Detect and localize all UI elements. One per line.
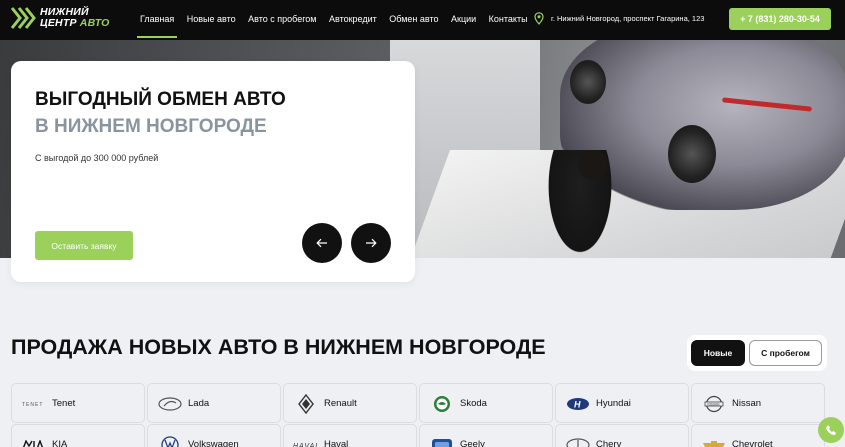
- hero-subtitle: С выгодой до 300 000 рублей: [35, 153, 159, 163]
- nissan-logo-icon: NISSAN: [700, 394, 728, 414]
- svg-text:H: H: [574, 400, 581, 410]
- hero-title-secondary: В НИЖНЕМ НОВГОРОДЕ: [35, 116, 267, 137]
- slider-prev-button[interactable]: [302, 223, 342, 263]
- brand-name: Renault: [324, 398, 357, 409]
- nav-item-promotions[interactable]: Акции: [451, 0, 476, 40]
- brand-name: Volkswagen: [188, 439, 239, 447]
- brand-name: Hyundai: [596, 398, 631, 409]
- main-nav: Главная Новые авто Авто с пробегом Авток…: [136, 0, 540, 40]
- kia-logo-icon: [20, 435, 48, 447]
- chery-logo-icon: [564, 435, 592, 447]
- hyundai-logo-icon: H: [564, 394, 592, 414]
- arrow-left-icon: [316, 238, 327, 248]
- brand-card-skoda[interactable]: Skoda: [419, 383, 553, 423]
- site-header: НИЖНИЙ ЦЕНТР АВТО Главная Новые авто Авт…: [0, 0, 845, 40]
- svg-text:NISSAN: NISSAN: [708, 402, 721, 406]
- brand-card-chevrolet[interactable]: Chevrolet: [691, 424, 825, 447]
- volkswagen-logo-icon: [156, 435, 184, 447]
- nav-item-trade-in[interactable]: Обмен авто: [389, 0, 438, 40]
- nav-item-used-cars[interactable]: Авто с пробегом: [248, 0, 316, 40]
- renault-logo-icon: [292, 394, 320, 414]
- brand-name: Chevrolet: [732, 439, 773, 447]
- chevrolet-logo-icon: [700, 435, 728, 447]
- nav-item-home[interactable]: Главная: [136, 0, 178, 40]
- svg-text:TENET: TENET: [22, 402, 43, 407]
- brand-card-geely[interactable]: Geely: [419, 424, 553, 447]
- brand-card-nissan[interactable]: NISSAN Nissan: [691, 383, 825, 423]
- submit-request-button[interactable]: Оставить заявку: [35, 231, 133, 260]
- callback-button[interactable]: [818, 417, 844, 443]
- address[interactable]: г. Нижний Новгород, проспект Гагарина, 1…: [534, 12, 704, 25]
- hero-title: ВЫГОДНЫЙ ОБМЕН АВТО: [35, 89, 286, 110]
- haval-logo-icon: HAVAL: [292, 435, 320, 447]
- brand-card-haval[interactable]: HAVAL Haval: [283, 424, 417, 447]
- nav-item-contacts[interactable]: Контакты: [489, 0, 528, 40]
- brand-name: KIA: [52, 439, 68, 447]
- brand-card-kia[interactable]: KIA: [11, 424, 145, 447]
- brand-name: Lada: [188, 398, 210, 409]
- brand-card-lada[interactable]: Lada: [147, 383, 281, 423]
- section-title: ПРОДАЖА НОВЫХ АВТО В НИЖНЕМ НОВГОРОДЕ: [11, 335, 546, 359]
- address-text: г. Нижний Новгород, проспект Гагарина, 1…: [551, 14, 705, 23]
- brand-card-hyundai[interactable]: H Hyundai: [555, 383, 689, 423]
- brand-card-volkswagen[interactable]: Volkswagen: [147, 424, 281, 447]
- lada-logo-icon: [156, 394, 184, 414]
- skoda-logo-icon: [428, 394, 456, 414]
- toggle-new-button[interactable]: Новые: [691, 340, 745, 366]
- geely-logo-icon: [428, 435, 456, 447]
- toggle-used-button[interactable]: С пробегом: [749, 340, 822, 366]
- arrow-right-icon: [366, 238, 377, 248]
- logo-text: НИЖНИЙ ЦЕНТР АВТО: [40, 6, 110, 29]
- brand-name: Geely: [460, 439, 485, 447]
- phone-button[interactable]: + 7 (831) 280-30-54: [729, 8, 831, 30]
- nav-item-new-cars[interactable]: Новые авто: [187, 0, 236, 40]
- logo-chevrons-icon: [10, 7, 36, 29]
- hero-card: ВЫГОДНЫЙ ОБМЕН АВТО В НИЖНЕМ НОВГОРОДЕ С…: [11, 61, 415, 282]
- brand-name: Haval: [324, 439, 349, 447]
- location-pin-icon: [534, 12, 544, 25]
- svg-text:HAVAL: HAVAL: [293, 443, 319, 447]
- brand-card-tenet[interactable]: TENET Tenet: [11, 383, 145, 423]
- slider-next-button[interactable]: [351, 223, 391, 263]
- brand-name: Nissan: [732, 398, 762, 409]
- logo[interactable]: НИЖНИЙ ЦЕНТР АВТО: [10, 5, 110, 31]
- brand-card-renault[interactable]: Renault: [283, 383, 417, 423]
- brand-name: Skoda: [460, 398, 487, 409]
- brand-card-chery[interactable]: Chery: [555, 424, 689, 447]
- tenet-logo-icon: TENET: [20, 394, 48, 414]
- nav-item-credit[interactable]: Автокредит: [329, 0, 377, 40]
- brand-name: Chery: [596, 439, 622, 447]
- phone-icon: [826, 425, 836, 435]
- car-type-toggle: Новые С пробегом: [687, 335, 827, 371]
- brand-name: Tenet: [52, 398, 76, 409]
